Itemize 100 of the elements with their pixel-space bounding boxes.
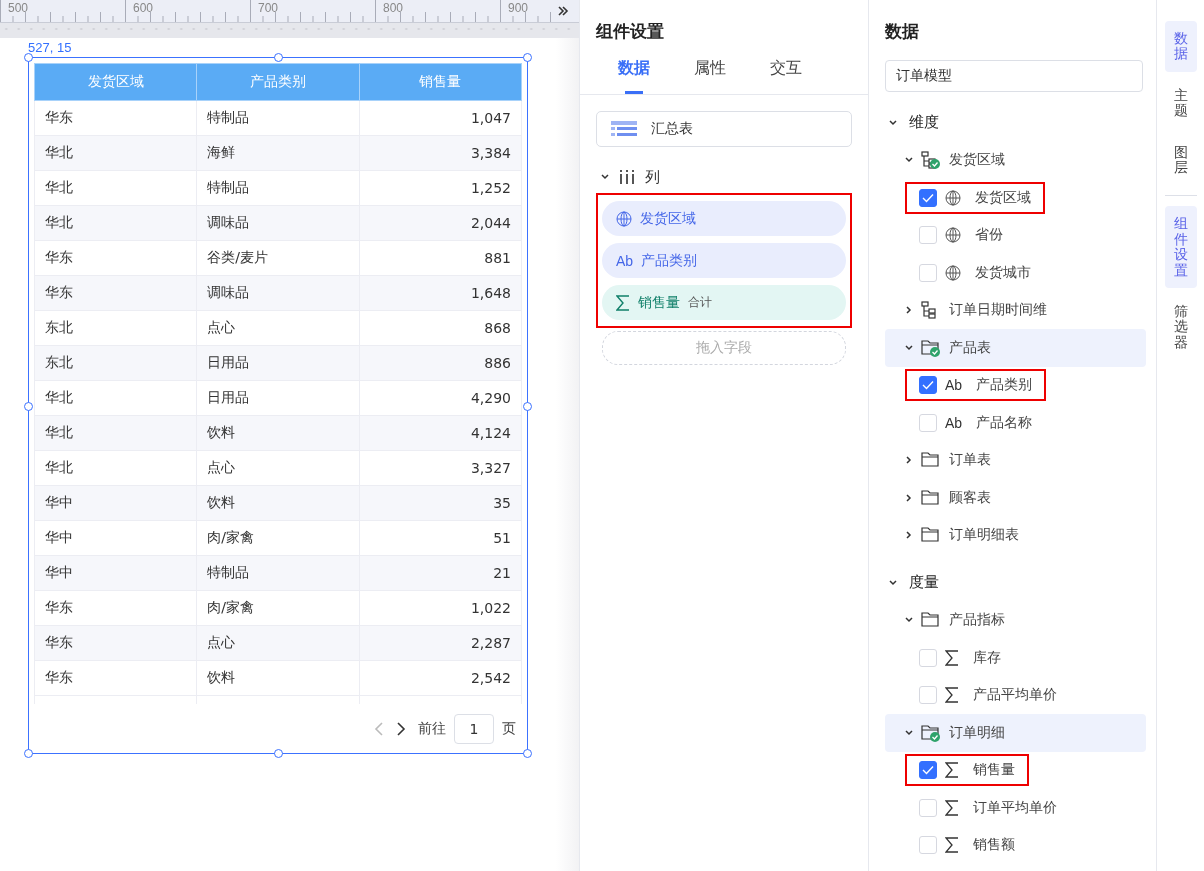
table-cell: 点心 xyxy=(196,450,360,486)
resize-handle[interactable] xyxy=(274,53,283,62)
table-cell: 饮料 xyxy=(196,660,360,696)
checkmark-icon xyxy=(922,765,934,776)
chart-type-selector[interactable]: 汇总表 xyxy=(596,111,852,147)
column-header: 产品类别 xyxy=(196,63,360,101)
table-cell: 特制品 xyxy=(196,170,360,206)
chevron-right-icon[interactable] xyxy=(905,456,913,465)
aggregate-label: 合计 xyxy=(688,294,712,311)
section-label: 列 xyxy=(645,167,660,187)
table-cell: 1,648 xyxy=(359,275,522,311)
chevron-down-icon[interactable] xyxy=(905,728,913,737)
checkbox[interactable] xyxy=(919,376,937,395)
double-chevron-right-icon[interactable] xyxy=(557,5,569,17)
table-cell: 肉/家禽 xyxy=(196,590,360,626)
table-cell: 点心 xyxy=(196,310,360,346)
table-cell: 日用品 xyxy=(196,380,360,416)
table-cell: 点心 xyxy=(196,625,360,661)
tree-row-highlight[interactable]: 订单明细 xyxy=(885,714,1146,752)
table-cell: 1,047 xyxy=(359,100,522,136)
table-cell: 886 xyxy=(359,345,522,381)
resize-handle[interactable] xyxy=(523,53,532,62)
table-cell: 21 xyxy=(359,555,522,591)
side-tab[interactable]: 筛选器 xyxy=(1164,293,1197,361)
table-cell: 华中 xyxy=(34,485,197,521)
table-cell: 2,542 xyxy=(359,660,522,696)
tree-row-highlight[interactable]: 产品表 xyxy=(885,329,1146,367)
side-tab[interactable]: 数据 xyxy=(1164,21,1197,72)
resize-handle[interactable] xyxy=(24,53,33,62)
tree-label: 发货区域 xyxy=(949,151,1005,170)
chevron-down-icon[interactable] xyxy=(905,616,913,625)
chevron-down-icon[interactable] xyxy=(905,156,913,165)
table-cell: 东北 xyxy=(34,310,197,346)
table-cell: 肉/家禽 xyxy=(196,520,360,556)
chevron-down-icon[interactable] xyxy=(889,578,897,587)
side-tab[interactable]: 主题 xyxy=(1164,77,1197,129)
table-cell: 华北 xyxy=(34,380,197,416)
page-input[interactable]: 1 xyxy=(454,713,494,744)
table-icon xyxy=(611,121,637,137)
tree-label: 产品表 xyxy=(949,338,991,357)
field-label: 产品平均单价 xyxy=(973,686,1057,705)
field-pill[interactable]: 发货区域 xyxy=(602,201,846,236)
table-cell: 1,022 xyxy=(359,590,522,626)
chevron-down-icon[interactable] xyxy=(889,118,897,127)
side-tab[interactable]: 图层 xyxy=(1164,134,1197,186)
table-cell: 饮料 xyxy=(196,485,360,521)
table-cell: 特制品 xyxy=(196,100,360,136)
tree-label: 订单明细表 xyxy=(949,526,1019,545)
field-pill[interactable]: Ab 产品类别 xyxy=(602,243,846,278)
page-suffix: 页 xyxy=(502,719,516,738)
chevron-right-icon[interactable] xyxy=(396,721,406,736)
chevron-right-icon[interactable] xyxy=(905,493,913,502)
field-label: 订单平均单价 xyxy=(973,798,1057,817)
chevron-right-icon[interactable] xyxy=(905,306,913,315)
tree-label: 顾客表 xyxy=(949,488,991,507)
table-cell: 51 xyxy=(359,520,522,556)
table-cell: 华东 xyxy=(34,625,197,661)
table-cell: 4,290 xyxy=(359,380,522,416)
chevron-down-icon[interactable] xyxy=(601,174,609,180)
field-label: 发货区域 xyxy=(975,188,1031,207)
resize-handle[interactable] xyxy=(274,749,283,758)
table-cell: 3,327 xyxy=(359,450,522,486)
ruler-label: 500 xyxy=(8,1,30,15)
table-cell: 海鲜 xyxy=(196,135,360,171)
tab[interactable]: 数据 xyxy=(596,54,672,94)
field-label: 产品名称 xyxy=(976,413,1033,432)
side-tab[interactable]: 组件设置 xyxy=(1164,206,1197,288)
field-pill[interactable]: 销售量 合计 xyxy=(602,285,846,320)
table-cell: 2,044 xyxy=(359,205,522,241)
table-cell: 881 xyxy=(359,240,522,276)
checkbox[interactable] xyxy=(919,188,937,207)
field-label: 产品类别 xyxy=(976,376,1033,395)
resize-handle[interactable] xyxy=(523,749,532,758)
table-cell: 华北 xyxy=(34,415,197,451)
chevron-right-icon[interactable] xyxy=(905,531,913,540)
table-cell: 饮料 xyxy=(196,415,360,451)
checkbox[interactable] xyxy=(919,761,937,780)
field-label: 销售额 xyxy=(973,836,1015,855)
field-label: 库存 xyxy=(973,648,1001,667)
resize-handle[interactable] xyxy=(24,749,33,758)
column-header: 发货区域 xyxy=(34,63,197,101)
tree-label: 订单表 xyxy=(949,451,991,470)
resize-handle[interactable] xyxy=(523,402,532,411)
table-cell: 调味品 xyxy=(196,205,360,241)
column-header: 销售量 xyxy=(359,63,522,101)
table-cell: 华东 xyxy=(34,590,197,626)
table-cell: 4,124 xyxy=(359,415,522,451)
resize-handle[interactable] xyxy=(24,402,33,411)
field-label: 销售量 xyxy=(973,761,1015,780)
table-cell: 868 xyxy=(359,310,522,346)
tab[interactable]: 交互 xyxy=(748,54,824,94)
table-cell: 3,384 xyxy=(359,135,522,171)
tab[interactable]: 属性 xyxy=(672,54,748,94)
coordinates-label: 527, 15 xyxy=(28,41,72,55)
chevron-down-icon[interactable] xyxy=(905,343,913,352)
table-cell: 华北 xyxy=(34,450,197,486)
columns-icon xyxy=(619,170,635,184)
model-select[interactable]: 订单模型 xyxy=(885,60,1143,92)
ruler-label: 700 xyxy=(258,1,280,15)
table-cell: 华东 xyxy=(34,240,197,276)
